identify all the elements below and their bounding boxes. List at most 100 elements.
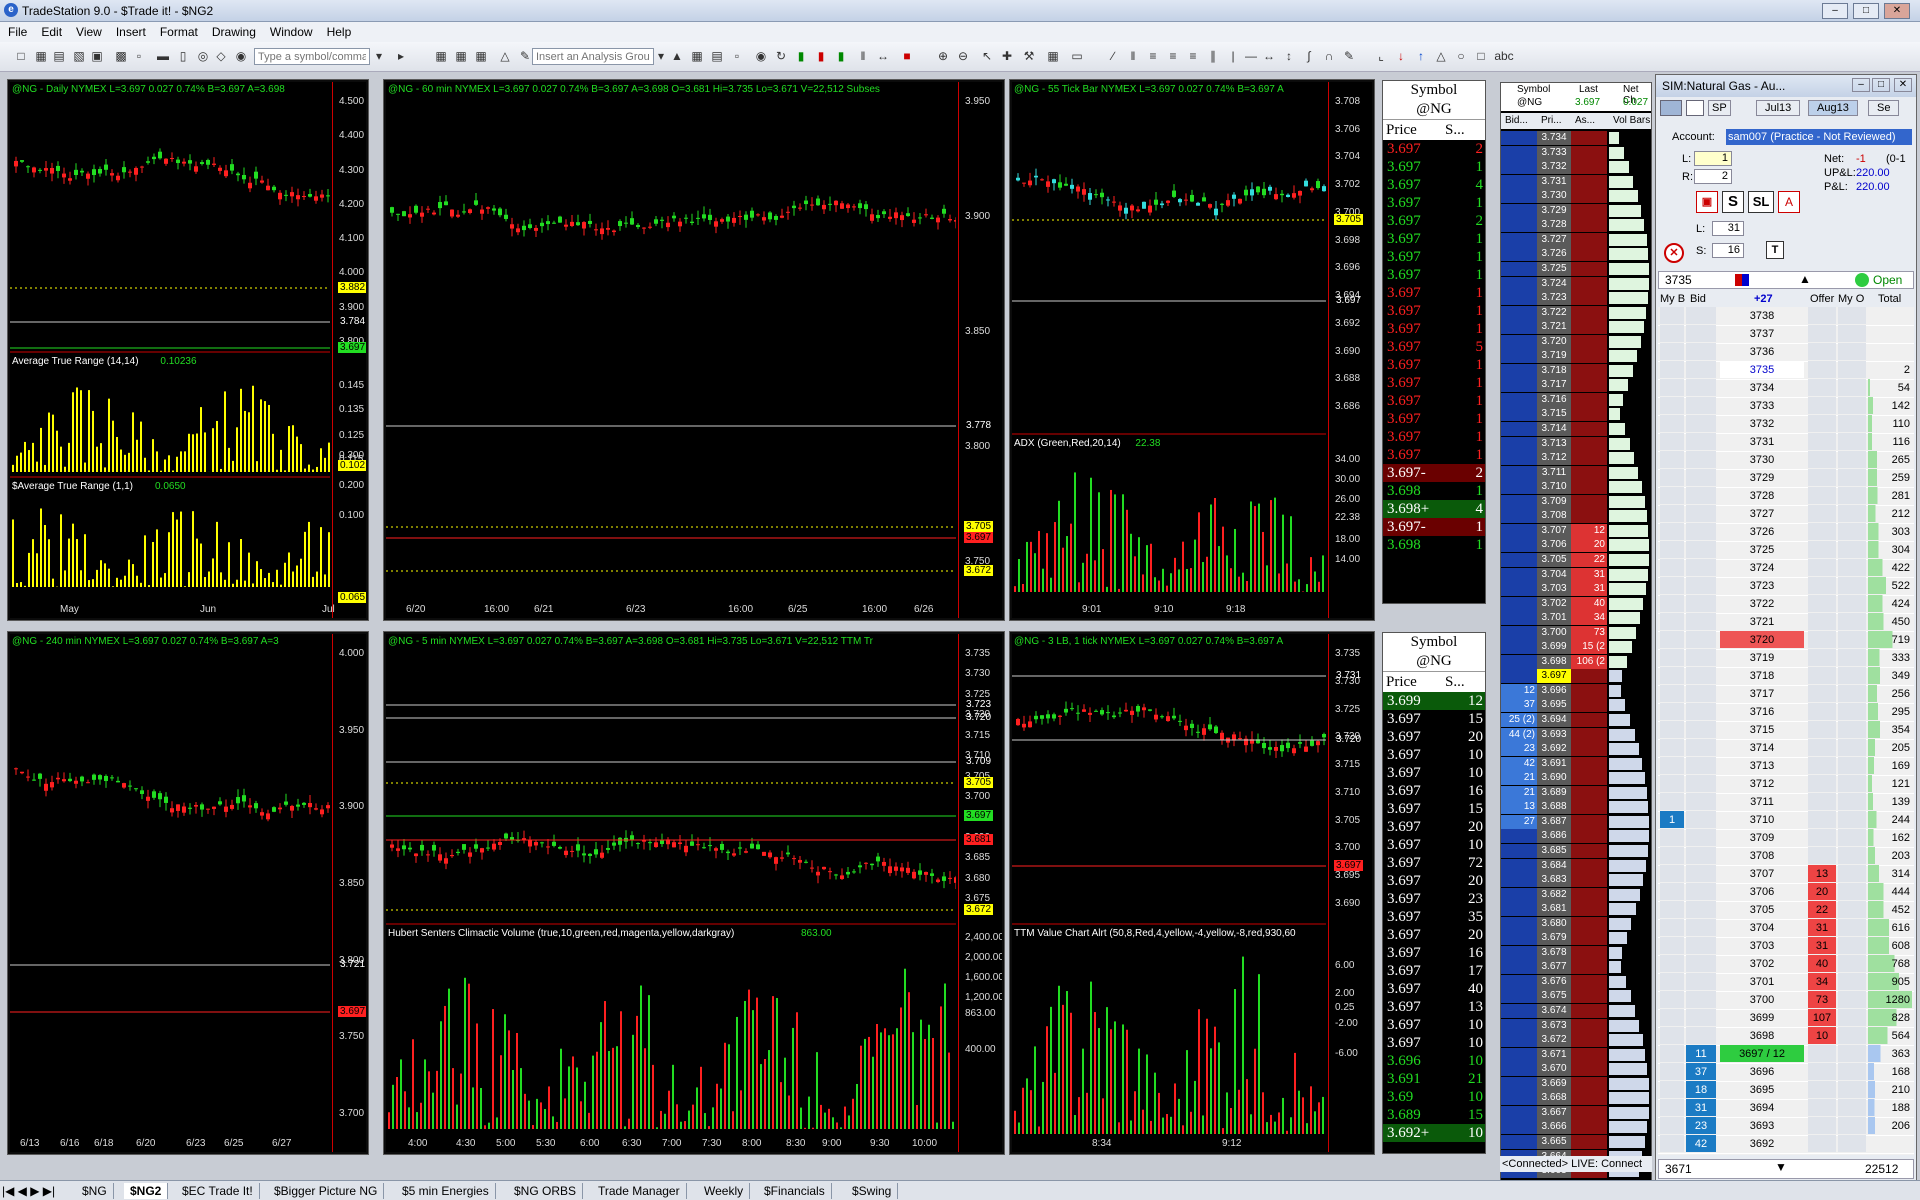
ladder-ask[interactable] bbox=[1571, 232, 1607, 247]
ladder-ask[interactable] bbox=[1571, 843, 1607, 858]
ladder-bid[interactable] bbox=[1501, 378, 1537, 393]
my-offer-cell[interactable] bbox=[1838, 829, 1866, 846]
sim-ladder-row[interactable]: 3735 2 bbox=[1658, 361, 1914, 380]
my-offer-cell[interactable] bbox=[1838, 973, 1866, 990]
sim-tab-jul13[interactable]: Jul13 bbox=[1756, 100, 1801, 116]
ladder-ask[interactable] bbox=[1571, 1062, 1607, 1077]
arrow-up-icon[interactable]: ↑ bbox=[1414, 49, 1428, 63]
arrow-both-icon[interactable]: ↔ bbox=[1262, 49, 1276, 63]
ladder-row[interactable]: 21 3.690 bbox=[1501, 771, 1651, 786]
ladder-row[interactable]: 3.723 bbox=[1501, 291, 1651, 306]
col-my-bid[interactable]: My B bbox=[1660, 291, 1685, 307]
ladder-bid[interactable]: 27 bbox=[1501, 814, 1537, 829]
symbol-command-input[interactable] bbox=[254, 48, 370, 65]
col-price[interactable]: Price bbox=[1383, 672, 1445, 693]
ladder-row[interactable]: 3.700 73 bbox=[1501, 625, 1651, 640]
bid-cell[interactable] bbox=[1686, 919, 1716, 936]
offer-cell[interactable] bbox=[1808, 829, 1836, 846]
sim-order-icon[interactable] bbox=[1686, 100, 1704, 116]
trendline-icon[interactable]: ∕ bbox=[1106, 49, 1120, 63]
sim-maximize-icon[interactable]: □ bbox=[1872, 78, 1890, 92]
ladder-ask[interactable] bbox=[1571, 1076, 1607, 1091]
bid-cell[interactable] bbox=[1686, 703, 1716, 720]
ladder-ask[interactable] bbox=[1571, 1033, 1607, 1048]
offer-cell[interactable] bbox=[1808, 541, 1836, 558]
ladder-row[interactable]: 3.678 bbox=[1501, 945, 1651, 960]
arrow-vertical-icon[interactable]: ↕ bbox=[1282, 49, 1296, 63]
refresh-icon[interactable]: ↻ bbox=[774, 49, 788, 63]
bid-cell[interactable] bbox=[1686, 397, 1716, 414]
ladder-row[interactable]: 3.731 bbox=[1501, 174, 1651, 189]
ladder-bid[interactable] bbox=[1501, 276, 1537, 291]
horizontal-line-icon[interactable]: — bbox=[1244, 49, 1258, 63]
offer-cell[interactable] bbox=[1808, 667, 1836, 684]
ladder-ask[interactable] bbox=[1571, 174, 1607, 189]
ladder-bid[interactable] bbox=[1501, 858, 1537, 873]
ladder-row[interactable]: 3.699 15 (2 bbox=[1501, 640, 1651, 655]
ladder-row[interactable]: 3.681 bbox=[1501, 902, 1651, 917]
sim-ladder-row[interactable]: 3706 20 444 bbox=[1658, 883, 1914, 902]
ladder-bid[interactable] bbox=[1501, 218, 1537, 233]
ladder-bid[interactable]: 13 bbox=[1501, 800, 1537, 815]
col-total[interactable]: Total bbox=[1878, 291, 1901, 307]
my-offer-cell[interactable] bbox=[1838, 415, 1866, 432]
my-bid-cell[interactable] bbox=[1660, 613, 1684, 630]
ladder-row[interactable]: 3.719 bbox=[1501, 349, 1651, 364]
menu-insert[interactable]: Insert bbox=[108, 22, 152, 39]
my-bid-cell[interactable] bbox=[1660, 775, 1684, 792]
ladder-ask[interactable] bbox=[1571, 698, 1607, 713]
ladder-row[interactable]: 3.715 bbox=[1501, 407, 1651, 422]
col-bid[interactable]: Bid bbox=[1690, 291, 1706, 307]
sim-ladder-row[interactable]: 3699 107 828 bbox=[1658, 1009, 1914, 1028]
chart-pane-m60[interactable]: @NG - 60 min NYMEX L=3.697 0.027 0.74% B… bbox=[383, 79, 1005, 621]
my-bid-cell[interactable] bbox=[1660, 325, 1684, 342]
ladder-ask[interactable] bbox=[1571, 247, 1607, 262]
ladder-bid[interactable]: 21 bbox=[1501, 771, 1537, 786]
ladder-bid[interactable] bbox=[1501, 363, 1537, 378]
ladder-bid[interactable] bbox=[1501, 582, 1537, 597]
ladder-row[interactable]: 3.728 bbox=[1501, 218, 1651, 233]
offer-cell[interactable] bbox=[1808, 577, 1836, 594]
minimize-icon[interactable]: – bbox=[1822, 3, 1848, 19]
my-offer-cell[interactable] bbox=[1838, 1081, 1866, 1098]
ladder-ask[interactable]: 31 bbox=[1571, 567, 1607, 582]
chart-layout-icon[interactable]: ▦ bbox=[434, 49, 448, 63]
ladder-row[interactable]: 3.673 bbox=[1501, 1018, 1651, 1033]
ladder-row[interactable]: 37 3.695 bbox=[1501, 698, 1651, 713]
ladder-row[interactable]: 3.665 bbox=[1501, 1134, 1651, 1149]
ladder-col-ask[interactable]: As... bbox=[1575, 113, 1595, 129]
new-icon[interactable]: □ bbox=[14, 49, 28, 63]
offer-cell[interactable]: 34 bbox=[1808, 973, 1836, 990]
ladder-row[interactable]: 3.713 bbox=[1501, 436, 1651, 451]
my-offer-cell[interactable] bbox=[1838, 451, 1866, 468]
ladder-row[interactable]: 3.669 bbox=[1501, 1076, 1651, 1091]
ladder-row[interactable]: 3.685 bbox=[1501, 843, 1651, 858]
ladder-bid[interactable] bbox=[1501, 1004, 1537, 1018]
zoom-in-icon[interactable]: ⊕ bbox=[936, 49, 950, 63]
bid-cell[interactable] bbox=[1686, 649, 1716, 666]
offer-cell[interactable] bbox=[1808, 1045, 1836, 1062]
l-input[interactable]: 1 bbox=[1694, 151, 1732, 166]
my-bid-cell[interactable] bbox=[1660, 343, 1684, 360]
my-offer-cell[interactable] bbox=[1838, 883, 1866, 900]
offer-cell[interactable] bbox=[1808, 487, 1836, 504]
ladder-ask[interactable] bbox=[1571, 858, 1607, 873]
ladder-ask[interactable] bbox=[1571, 305, 1607, 320]
my-bid-cell[interactable] bbox=[1660, 955, 1684, 972]
ladder-bid[interactable] bbox=[1501, 567, 1537, 582]
offer-cell[interactable] bbox=[1808, 361, 1836, 378]
sim-tab-se[interactable]: Se bbox=[1868, 100, 1900, 116]
ladder-ask[interactable] bbox=[1571, 349, 1607, 364]
sim-ladder-row[interactable]: 3734 54 bbox=[1658, 379, 1914, 398]
sim-ladder-row[interactable]: 3721 450 bbox=[1658, 613, 1914, 632]
my-bid-cell[interactable] bbox=[1660, 973, 1684, 990]
ladder-ask[interactable] bbox=[1571, 218, 1607, 233]
bid-cell[interactable] bbox=[1686, 685, 1716, 702]
ladder-ask[interactable] bbox=[1571, 931, 1607, 946]
ladder-ask[interactable]: 40 bbox=[1571, 596, 1607, 611]
offer-cell[interactable] bbox=[1808, 649, 1836, 666]
my-offer-cell[interactable] bbox=[1838, 631, 1866, 648]
my-bid-cell[interactable] bbox=[1660, 379, 1684, 396]
ladder-ask[interactable] bbox=[1571, 960, 1607, 975]
bid-cell[interactable]: 11 bbox=[1686, 1045, 1716, 1062]
